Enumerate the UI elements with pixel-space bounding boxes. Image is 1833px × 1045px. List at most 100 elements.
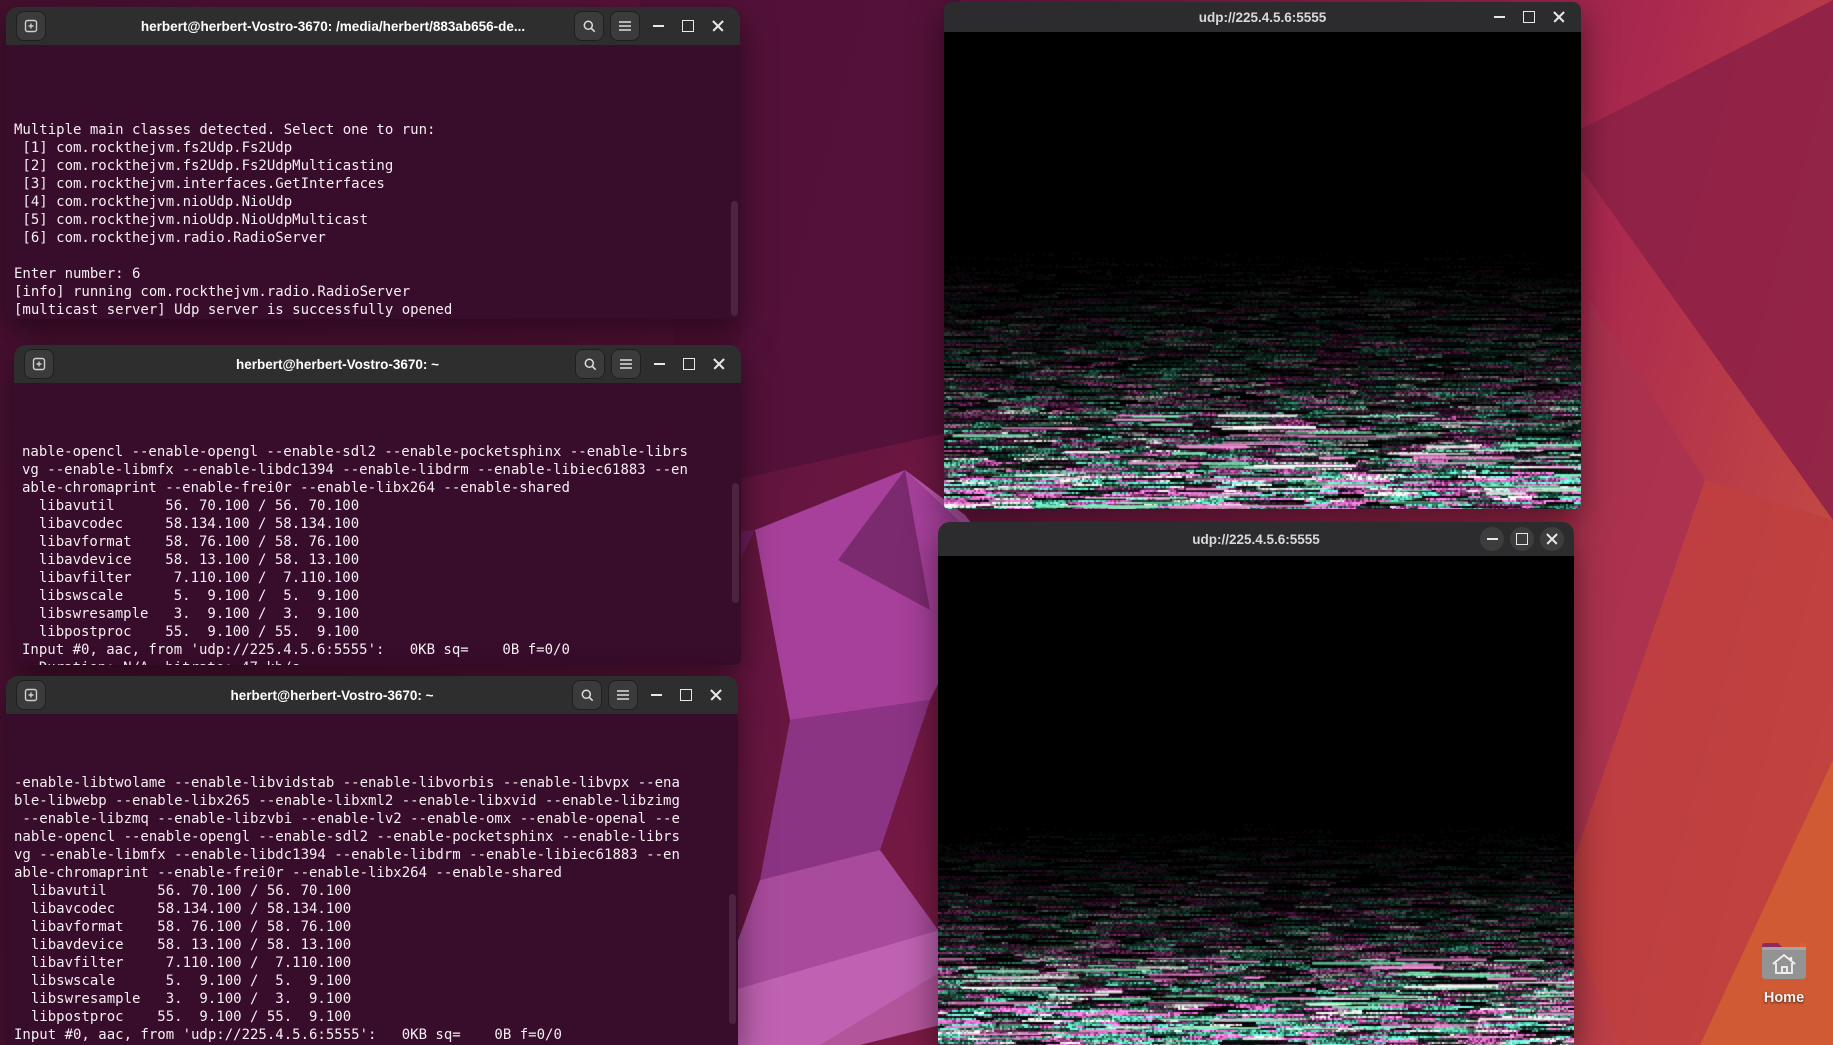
terminal-line: --enable-libzmq --enable-libzvbi --enabl…	[14, 810, 738, 828]
terminal1-title: herbert@herbert-Vostro-3670: /media/herb…	[126, 19, 540, 34]
close-button[interactable]	[1540, 527, 1564, 551]
maximize-button[interactable]	[676, 14, 700, 38]
player2-titlebar[interactable]: udp://225.4.5.6:5555	[938, 522, 1574, 556]
terminal-line: libswresample 3. 9.100 / 3. 9.100	[14, 990, 738, 1008]
terminal1-output[interactable]: Multiple main classes detected. Select o…	[6, 45, 740, 319]
terminal-line: libswscale 5. 9.100 / 5. 9.100	[14, 972, 738, 990]
terminal2-title: herbert@herbert-Vostro-3670: ~	[134, 357, 541, 372]
terminal3-scrollbar[interactable]	[729, 894, 736, 1024]
player2-video-area[interactable]	[938, 556, 1574, 1045]
menu-button[interactable]	[610, 11, 640, 41]
new-tab-icon	[23, 18, 39, 34]
minimize-button[interactable]	[647, 352, 671, 376]
terminal1-titlebar[interactable]: herbert@herbert-Vostro-3670: /media/herb…	[6, 7, 740, 45]
new-tab-icon	[23, 687, 39, 703]
terminal-line: Duration: N/A, bitrate: 47 kb/s	[22, 659, 741, 665]
maximize-icon	[682, 20, 694, 32]
maximize-button[interactable]	[1517, 5, 1541, 29]
terminal-line: libavutil 56. 70.100 / 56. 70.100	[22, 497, 741, 515]
maximize-button[interactable]	[674, 683, 698, 707]
maximize-icon	[683, 358, 695, 370]
ffplay-window-1: udp://225.4.5.6:5555	[944, 2, 1581, 509]
terminal-line: libswscale 5. 9.100 / 5. 9.100	[22, 587, 741, 605]
terminal-window-ffplay-2: herbert@herbert-Vostro-3670: ~ -enable-l…	[6, 676, 738, 1045]
close-icon	[712, 20, 724, 32]
close-button[interactable]	[704, 683, 728, 707]
terminal3-output[interactable]: -enable-libtwolame --enable-libvidstab -…	[6, 714, 738, 1045]
terminal-line: able-chromaprint --enable-frei0r --enabl…	[14, 864, 738, 882]
maximize-icon	[1523, 11, 1535, 23]
player1-titlebar[interactable]: udp://225.4.5.6:5555	[944, 2, 1581, 32]
close-icon	[713, 358, 725, 370]
minimize-icon	[653, 25, 664, 27]
menu-button[interactable]	[608, 680, 638, 710]
maximize-icon	[1516, 533, 1528, 545]
terminal-line: vg --enable-libmfx --enable-libdc1394 --…	[22, 461, 741, 479]
new-tab-button[interactable]	[16, 680, 46, 710]
home-icon-label: Home	[1750, 990, 1818, 1006]
player1-title: udp://225.4.5.6:5555	[1094, 10, 1431, 25]
terminal2-output[interactable]: nable-opencl --enable-opengl --enable-sd…	[14, 383, 741, 665]
terminal-line	[14, 103, 740, 121]
search-icon	[583, 357, 598, 372]
player2-title: udp://225.4.5.6:5555	[1088, 532, 1424, 547]
terminal-line: ble-libwebp --enable-libx265 --enable-li…	[14, 792, 738, 810]
search-icon	[580, 688, 595, 703]
new-tab-button[interactable]	[16, 11, 46, 41]
terminal-line: [multicast server] Udp server is success…	[14, 301, 740, 319]
terminal-line: libavfilter 7.110.100 / 7.110.100	[14, 954, 738, 972]
terminal-line: libswresample 3. 9.100 / 3. 9.100	[22, 605, 741, 623]
terminal-line: [info] running com.rockthejvm.radio.Radi…	[14, 283, 740, 301]
search-button[interactable]	[575, 349, 605, 379]
close-icon	[1546, 533, 1558, 545]
maximize-button[interactable]	[677, 352, 701, 376]
terminal-line: libavdevice 58. 13.100 / 58. 13.100	[14, 936, 738, 954]
new-tab-icon	[31, 356, 47, 372]
terminal-line: able-chromaprint --enable-frei0r --enabl…	[22, 479, 741, 497]
terminal-line	[14, 247, 740, 265]
terminal-line: libavcodec 58.134.100 / 58.134.100	[22, 515, 741, 533]
desktop: { "colors": { "terminal_bg": "#380c2b", …	[0, 0, 1833, 1045]
close-button[interactable]	[707, 352, 731, 376]
ffplay-window-2: udp://225.4.5.6:5555	[938, 522, 1574, 1045]
home-folder-desktop-icon[interactable]: Home	[1750, 938, 1818, 1006]
minimize-button[interactable]	[1487, 5, 1511, 29]
terminal1-scrollbar[interactable]	[731, 201, 738, 316]
terminal-line: -enable-libtwolame --enable-libvidstab -…	[14, 774, 738, 792]
home-folder-icon	[1758, 938, 1810, 982]
terminal-line: [1] com.rockthejvm.fs2Udp.Fs2Udp	[14, 139, 740, 157]
close-button[interactable]	[1547, 5, 1571, 29]
terminal-line: nable-opencl --enable-opengl --enable-sd…	[14, 828, 738, 846]
terminal-line: Input #0, aac, from 'udp://225.4.5.6:555…	[22, 641, 741, 659]
player1-spectrogram	[944, 32, 1581, 509]
minimize-button[interactable]	[646, 14, 670, 38]
maximize-icon	[680, 689, 692, 701]
maximize-button[interactable]	[1510, 527, 1534, 551]
terminal-line: libavutil 56. 70.100 / 56. 70.100	[14, 882, 738, 900]
close-icon	[1553, 11, 1565, 23]
terminal-line: Input #0, aac, from 'udp://225.4.5.6:555…	[14, 1026, 738, 1044]
terminal2-titlebar[interactable]: herbert@herbert-Vostro-3670: ~	[14, 345, 741, 383]
new-tab-button[interactable]	[24, 349, 54, 379]
terminal-line: libavfilter 7.110.100 / 7.110.100	[22, 569, 741, 587]
terminal3-titlebar[interactable]: herbert@herbert-Vostro-3670: ~	[6, 676, 738, 714]
close-button[interactable]	[706, 14, 730, 38]
hamburger-menu-icon	[616, 689, 630, 701]
minimize-button[interactable]	[644, 683, 668, 707]
terminal-line: [6] com.rockthejvm.radio.RadioServer	[14, 229, 740, 247]
terminal-line: [4] com.rockthejvm.nioUdp.NioUdp	[14, 193, 740, 211]
minimize-button[interactable]	[1480, 527, 1504, 551]
menu-button[interactable]	[611, 349, 641, 379]
player2-spectrogram	[938, 556, 1574, 1045]
minimize-icon	[654, 363, 665, 365]
terminal-line: libavformat 58. 76.100 / 58. 76.100	[22, 533, 741, 551]
close-icon	[710, 689, 722, 701]
terminal2-scrollbar[interactable]	[732, 483, 739, 603]
search-icon	[582, 19, 597, 34]
search-button[interactable]	[574, 11, 604, 41]
terminal-line: [3] com.rockthejvm.interfaces.GetInterfa…	[14, 175, 740, 193]
player1-video-area[interactable]	[944, 32, 1581, 509]
terminal-line: [2] com.rockthejvm.fs2Udp.Fs2UdpMulticas…	[14, 157, 740, 175]
search-button[interactable]	[572, 680, 602, 710]
terminal-line: libpostproc 55. 9.100 / 55. 9.100	[14, 1008, 738, 1026]
